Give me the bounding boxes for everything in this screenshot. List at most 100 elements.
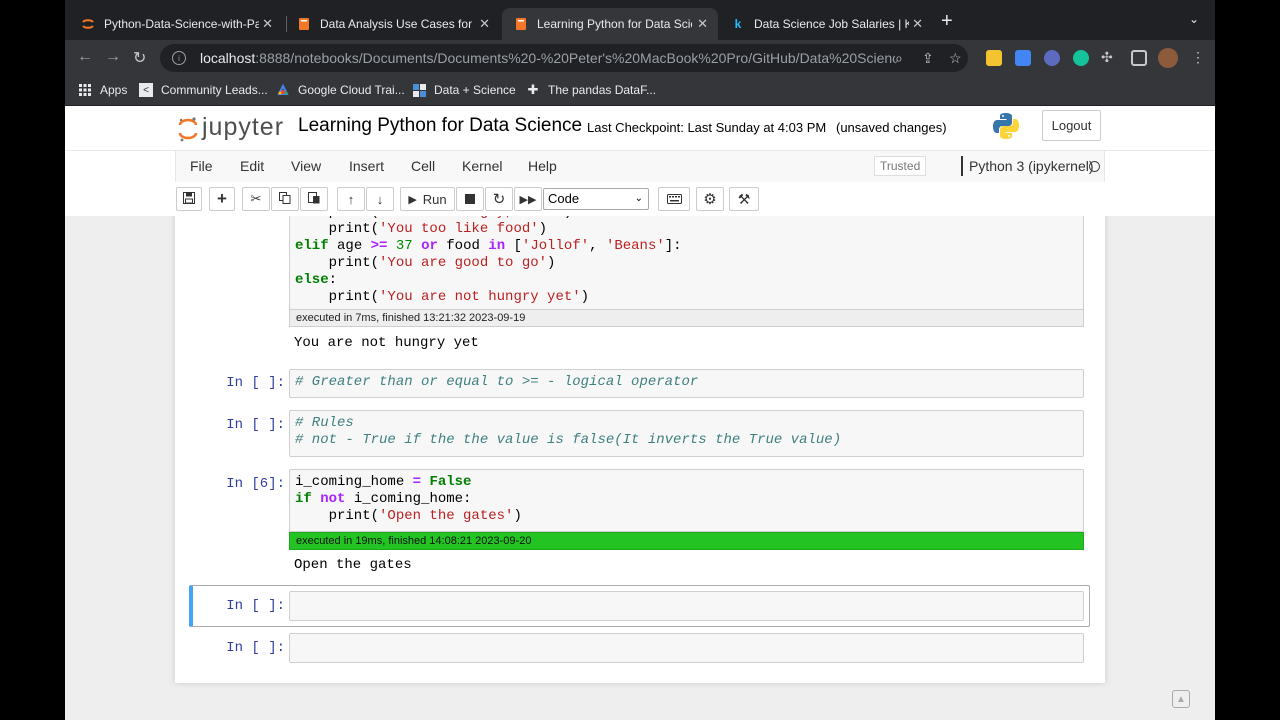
bookmark-community-leads[interactable]: < Community Leads... (139, 83, 268, 97)
tab-title: Data Science Job Salaries | Ka (754, 17, 909, 31)
menu-file[interactable]: File (190, 158, 213, 174)
cell-prompt: In [ ]: (226, 640, 285, 656)
notebook-title[interactable]: Learning Python for Data Science (298, 115, 582, 137)
insert-cell-button[interactable]: + (209, 187, 235, 211)
notebook-favicon-icon (514, 17, 528, 31)
python-logo-icon (991, 111, 1021, 146)
site-info-icon[interactable]: i (172, 51, 186, 65)
checkpoint-status: Last Checkpoint: Last Sunday at 4:03 PM (587, 120, 827, 135)
pandas-icon: ✚ (527, 82, 539, 97)
extensions-puzzle-icon[interactable]: ✣ (1101, 49, 1113, 66)
chrome-menu-icon[interactable]: ⋮ (1191, 49, 1205, 66)
bookmark-google-cloud[interactable]: Google Cloud Trai... (276, 83, 405, 97)
cut-button[interactable]: ✂ (242, 187, 270, 211)
browser-tab-4[interactable]: k Data Science Job Salaries | Ka ✕ (719, 8, 933, 40)
jupyter-logo[interactable]: jupyter (178, 113, 284, 142)
notebook-toolbar: + ✂ ↑ ↓ ▶ Run ↻ ▶▶ Code ⌄ ⚙ ⚒ (65, 182, 1215, 216)
copy-button[interactable] (271, 187, 299, 211)
menu-insert[interactable]: Insert (349, 158, 384, 174)
logout-button[interactable]: Logout (1042, 110, 1101, 141)
menu-help[interactable]: Help (528, 158, 557, 174)
jupyter-logo-icon (178, 116, 198, 141)
restart-button[interactable]: ↻ (485, 187, 513, 211)
paste-button[interactable] (300, 187, 328, 211)
close-tab-icon[interactable]: ✕ (912, 16, 923, 32)
bookmark-apps[interactable]: Apps (78, 83, 127, 97)
paste-icon (308, 191, 320, 207)
kernel-name[interactable]: Python 3 (ipykernel) (961, 156, 1094, 176)
cell-output: Open the gates (294, 557, 412, 573)
hammer-icon: ⚒ (737, 190, 751, 207)
close-tab-icon[interactable]: ✕ (262, 16, 273, 32)
apps-grid-icon (78, 83, 92, 97)
tab-search-chevron-icon[interactable]: ⌄ (1189, 12, 1199, 26)
jupyter-header: jupyter Learning Python for Data Science… (65, 106, 1215, 150)
reload-icon[interactable]: ↻ (133, 48, 146, 68)
save-button[interactable] (176, 187, 202, 211)
menu-view[interactable]: View (291, 158, 321, 174)
fast-forward-icon: ▶▶ (519, 193, 537, 206)
bookmark-pandas[interactable]: ✚ The pandas DataF... (526, 82, 657, 97)
new-tab-plus-icon[interactable]: + (941, 10, 953, 33)
browser-window: Python-Data-Science-with-Pa ✕ Data Analy… (65, 0, 1215, 720)
move-down-button[interactable]: ↓ (366, 187, 394, 211)
keyboard-icon (666, 192, 682, 207)
code-icon: < (139, 83, 153, 97)
kaggle-favicon-icon: k (734, 17, 742, 31)
menu-edit[interactable]: Edit (240, 158, 264, 174)
close-tab-icon[interactable]: ✕ (697, 16, 708, 32)
close-tab-icon[interactable]: ✕ (479, 16, 490, 32)
forward-arrow-icon[interactable]: → (105, 48, 121, 66)
translate-extension-icon[interactable] (1015, 50, 1031, 66)
extension-yellow-icon[interactable] (986, 50, 1002, 66)
restart-run-all-button[interactable]: ▶▶ (514, 187, 542, 211)
menu-cell[interactable]: Cell (411, 158, 435, 174)
browser-tab-1[interactable]: Python-Data-Science-with-Pa ✕ (69, 8, 283, 40)
save-status: (unsaved changes) (836, 120, 947, 135)
tab-title: Python-Data-Science-with-Pa (104, 17, 259, 31)
zoom-icon[interactable]: ⌕ (895, 50, 903, 67)
interrupt-button[interactable] (456, 187, 484, 211)
code-cell-input-rules[interactable]: # Rules # not - True if the the value is… (289, 410, 1084, 457)
notebook-area: print('You are hungry, food') print('You… (65, 216, 1215, 720)
profile-avatar[interactable] (1158, 48, 1178, 68)
chevron-down-icon: ⌄ (634, 193, 643, 204)
cell-prompt: In [ ]: (226, 598, 285, 614)
code-cell-input-empty[interactable] (289, 633, 1084, 663)
grid-logo-icon (412, 83, 426, 97)
cell-prompt: In [ ]: (226, 417, 285, 433)
arrow-up-icon: ↑ (347, 191, 355, 207)
browser-tab-2[interactable]: Data Analysis Use Cases for Py ✕ (285, 8, 500, 40)
code-cell-input-conditions[interactable]: print('You are hungry, food') print('You… (289, 216, 1084, 310)
move-up-button[interactable]: ↑ (337, 187, 365, 211)
gear-icon: ⚙ (703, 191, 717, 208)
bookmark-star-icon[interactable]: ☆ (949, 50, 962, 67)
code-cell-input-comment[interactable]: # Greater than or equal to >= - logical … (289, 369, 1084, 398)
address-bar[interactable]: i localhost:8888/notebooks/Documents/Doc… (160, 44, 968, 72)
browser-tab-3-active[interactable]: Learning Python for Data Scien ✕ (502, 8, 718, 40)
grammarly-extension-icon[interactable] (1073, 50, 1089, 66)
cell-type-select[interactable]: Code ⌄ (543, 188, 649, 210)
nbextension-button[interactable]: ⚒ (729, 187, 759, 211)
extension-blue-icon[interactable] (1044, 50, 1060, 66)
menu-container: File Edit View Insert Cell Kernel Help T… (175, 151, 1105, 183)
settings-button[interactable]: ⚙ (696, 187, 724, 211)
run-button[interactable]: ▶ Run (400, 187, 455, 211)
restart-icon: ↻ (492, 191, 506, 208)
back-arrow-icon[interactable]: ← (77, 48, 93, 66)
scroll-to-top-icon[interactable]: ▲ (1172, 690, 1190, 708)
url-text[interactable]: localhost:8888/notebooks/Documents/Docum… (200, 50, 895, 66)
code-cell-input-empty[interactable] (289, 591, 1084, 621)
code-cell-input-not[interactable]: i_coming_home = False if not i_coming_ho… (289, 469, 1084, 532)
copy-icon (279, 191, 291, 207)
trusted-badge[interactable]: Trusted (874, 156, 927, 176)
cell-prompt: In [6]: (226, 476, 285, 492)
bookmark-data-science[interactable]: Data + Science (412, 83, 516, 97)
kernel-status-indicator (1089, 161, 1100, 172)
cell-output: You are not hungry yet (294, 335, 479, 351)
menu-kernel[interactable]: Kernel (462, 158, 502, 174)
side-panel-icon[interactable] (1131, 50, 1147, 66)
share-icon[interactable]: ⇪ (922, 50, 934, 67)
notebook-container: print('You are hungry, food') print('You… (175, 216, 1105, 683)
command-palette-button[interactable] (658, 187, 690, 211)
